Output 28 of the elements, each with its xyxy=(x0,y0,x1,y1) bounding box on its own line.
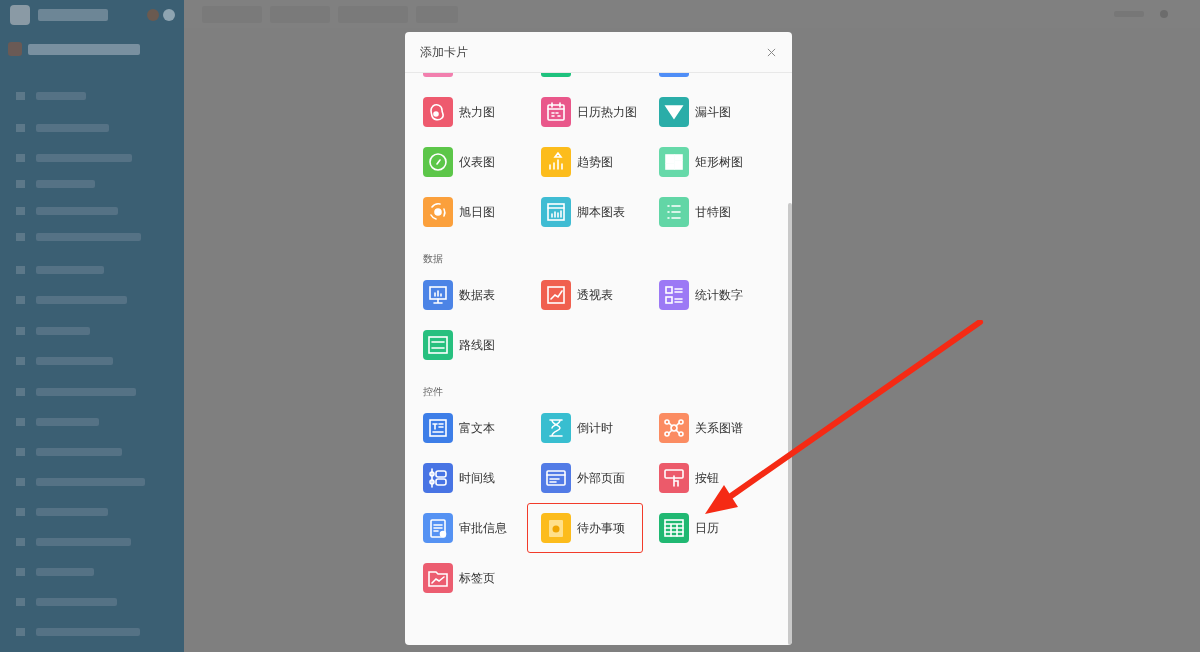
card-type-item[interactable]: 待办事项 xyxy=(527,503,643,553)
card-type-item[interactable]: 脚本图表 xyxy=(527,187,643,237)
card-type-item[interactable]: 外部页面 xyxy=(527,453,643,503)
card-type-item[interactable]: 日历 xyxy=(645,503,761,553)
scrollbar[interactable] xyxy=(788,203,792,645)
card-type-item[interactable]: 旭日图 xyxy=(409,187,525,237)
card-type-item[interactable]: 仪表图 xyxy=(409,137,525,187)
card-type-item[interactable]: 关系图谱 xyxy=(645,403,761,453)
card-type-item[interactable]: 统计数字 xyxy=(645,270,761,320)
close-icon[interactable] xyxy=(767,47,776,57)
card-type-item[interactable]: 路线图 xyxy=(409,320,525,370)
card-type-item[interactable]: 甘特图 xyxy=(645,187,761,237)
section-heading: 控件 xyxy=(423,385,444,399)
card-type-item[interactable]: 富文本 xyxy=(409,403,525,453)
card-type-item[interactable]: 趋势图 xyxy=(527,137,643,187)
card-type-item[interactable]: 倒计时 xyxy=(527,403,643,453)
card-type-item[interactable]: 审批信息 xyxy=(409,503,525,553)
card-type-item[interactable]: 按钮 xyxy=(645,453,761,503)
card-type-item[interactable]: 日历热力图 xyxy=(527,87,643,137)
card-type-item[interactable]: 矩形树图 xyxy=(645,137,761,187)
card-type-item[interactable]: 热力图 xyxy=(409,87,525,137)
card-type-item[interactable]: 漏斗图 xyxy=(645,87,761,137)
section-heading: 数据 xyxy=(423,252,444,266)
card-type-item[interactable]: 时间线 xyxy=(409,453,525,503)
dialog-title: 添加卡片 xyxy=(420,43,468,61)
card-type-item[interactable]: 透视表 xyxy=(527,270,643,320)
card-type-item[interactable]: 标签页 xyxy=(409,553,525,603)
card-type-item[interactable]: 数据表 xyxy=(409,270,525,320)
